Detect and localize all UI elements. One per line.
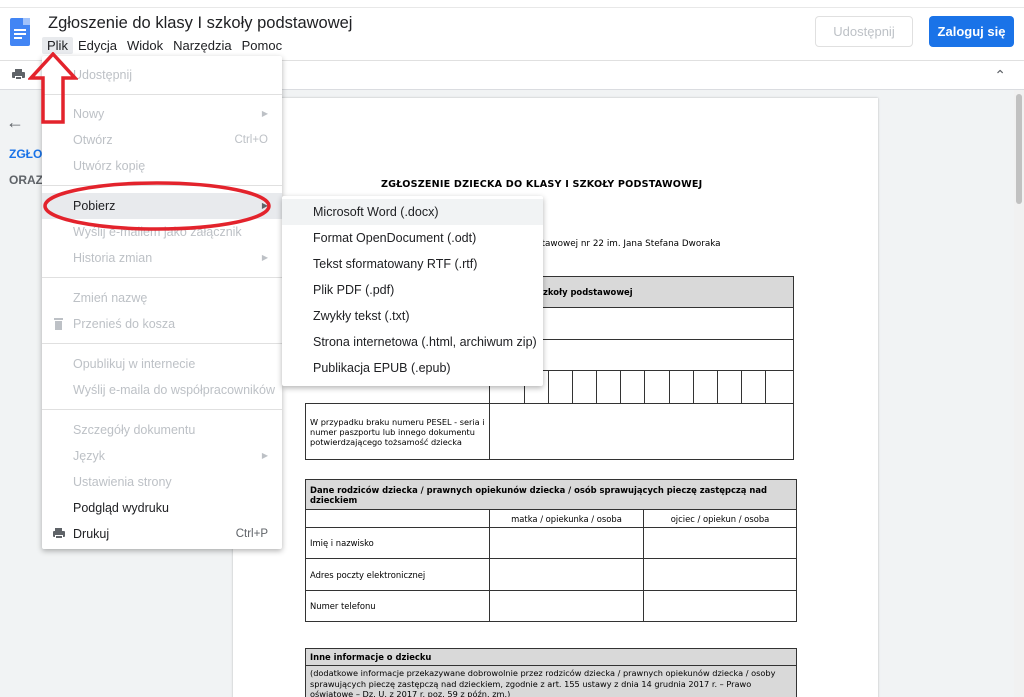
- menu-help[interactable]: Pomoc: [237, 37, 287, 54]
- menu-bar: Plik Edycja Widok Narzędzia Pomoc: [42, 37, 287, 54]
- menu-item-copy[interactable]: Utwórz kopię: [42, 153, 282, 179]
- parents-table: Dane rodziców dziecka / prawnych opiekun…: [305, 479, 797, 622]
- annotation-ellipse-icon: [43, 181, 271, 231]
- menu-item-publish[interactable]: Opublikuj w internecie: [42, 351, 282, 377]
- annotation-arrow-icon: [28, 52, 78, 124]
- scrollbar[interactable]: [1014, 90, 1024, 697]
- file-menu: Udostępnij Nowy ▶ Otwórz Ctrl+O Utwórz kop…: [42, 56, 282, 549]
- other-info-table: Inne informacje o dziecku (dodatkowe inf…: [305, 648, 797, 697]
- login-button[interactable]: Zaloguj się: [929, 16, 1014, 47]
- table3-header: Inne informacje o dziecku: [305, 648, 797, 666]
- menu-item-trash[interactable]: Przenieś do kosza: [42, 311, 282, 337]
- document-title[interactable]: Zgłoszenie do klasy I szkoły podstawowej: [48, 14, 352, 33]
- menu-edit[interactable]: Edycja: [73, 37, 122, 54]
- browser-bookmark-strip: [0, 0, 1024, 8]
- download-submenu: Microsoft Word (.docx) Format OpenDocume…: [282, 196, 543, 386]
- download-epub[interactable]: Publikacja EPUB (.epub): [282, 355, 543, 381]
- document-page: ZGŁOSZENIE DZIECKA DO KLASY I SZKOŁY POD…: [233, 98, 878, 697]
- table3-note: (dodatkowe informacje przekazywane dobro…: [305, 665, 797, 697]
- download-txt[interactable]: Zwykły tekst (.txt): [282, 303, 543, 329]
- col-mother: matka / opiekunka / osoba: [489, 509, 644, 528]
- menu-item-share[interactable]: Udostępnij: [42, 62, 282, 88]
- menu-item-language[interactable]: Język ▶: [42, 443, 282, 469]
- print-icon[interactable]: [12, 69, 25, 80]
- pesel-note: W przypadku braku numeru PESEL - seria i…: [305, 403, 490, 460]
- menu-item-print-preview[interactable]: Podgląd wydruku: [42, 495, 282, 521]
- scrollbar-thumb[interactable]: [1016, 94, 1022, 204]
- share-button-label: Udostępnij: [833, 24, 895, 39]
- outline-heading-1[interactable]: ZGŁO: [9, 147, 42, 161]
- outline-heading-2[interactable]: ORAZ: [9, 173, 43, 187]
- download-html[interactable]: Strona internetowa (.html, archiwum zip): [282, 329, 543, 355]
- menu-item-new[interactable]: Nowy ▶: [42, 101, 282, 127]
- submenu-arrow-icon: ▶: [261, 109, 268, 118]
- menu-item-details[interactable]: Szczegóły dokumentu: [42, 417, 282, 443]
- menu-tools[interactable]: Narzędzia: [168, 37, 237, 54]
- table2-header: Dane rodziców dziecka / prawnych opiekun…: [305, 479, 797, 510]
- menu-item-page-setup[interactable]: Ustawienia strony: [42, 469, 282, 495]
- download-rtf[interactable]: Tekst sformatowany RTF (.rtf): [282, 251, 543, 277]
- arrow-back-icon[interactable]: ←: [6, 112, 24, 133]
- docs-logo-icon[interactable]: [10, 18, 30, 46]
- row-name: Imię i nazwisko: [305, 527, 490, 559]
- menu-item-rename[interactable]: Zmień nazwę: [42, 285, 282, 311]
- row-phone: Numer telefonu: [305, 590, 490, 622]
- submenu-arrow-icon: ▶: [261, 253, 268, 262]
- document-heading: ZGŁOSZENIE DZIECKA DO KLASY I SZKOŁY POD…: [381, 179, 703, 190]
- download-odt[interactable]: Format OpenDocument (.odt): [282, 225, 543, 251]
- login-button-label: Zaloguj się: [937, 24, 1006, 39]
- menu-item-open[interactable]: Otwórz Ctrl+O: [42, 127, 282, 153]
- menu-item-version-history[interactable]: Historia zmian ▶: [42, 245, 282, 271]
- menu-item-print[interactable]: Drukuj Ctrl+P: [42, 521, 282, 547]
- submenu-arrow-icon: ▶: [261, 451, 268, 460]
- download-pdf[interactable]: Plik PDF (.pdf): [282, 277, 543, 303]
- download-docx[interactable]: Microsoft Word (.docx): [282, 199, 543, 225]
- chevron-up-icon[interactable]: ⌃: [994, 67, 1006, 84]
- trash-icon: [53, 318, 64, 330]
- menu-item-email-collaborators[interactable]: Wyślij e-maila do współpracowników: [42, 377, 282, 403]
- row-email: Adres poczty elektronicznej: [305, 558, 490, 591]
- school-line: stawowej nr 22 im. Jana Stefana Dworaka: [537, 239, 721, 249]
- col-father: ojciec / opiekun / osoba: [643, 509, 797, 528]
- print-icon: [53, 528, 65, 540]
- share-button[interactable]: Udostępnij: [815, 16, 913, 47]
- menu-view[interactable]: Widok: [122, 37, 168, 54]
- docs-header: Zgłoszenie do klasy I szkoły podstawowej…: [0, 8, 1024, 60]
